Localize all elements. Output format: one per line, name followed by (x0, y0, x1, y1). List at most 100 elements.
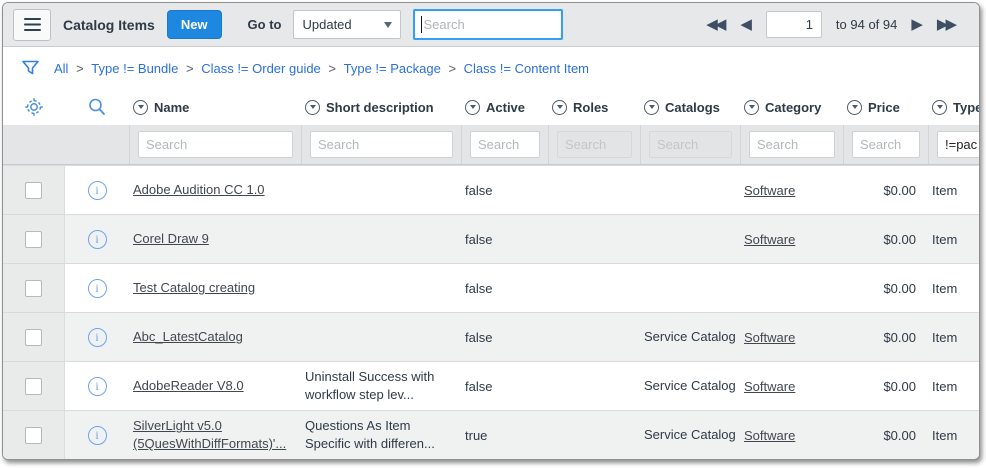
column-filter-cell (843, 125, 928, 164)
filter-row-lead (3, 125, 129, 164)
breadcrumb-link[interactable]: Class != Order guide (201, 61, 321, 76)
category-link[interactable]: Software (744, 428, 795, 443)
row-checkbox[interactable] (25, 280, 42, 297)
goto-selected-value: Updated (302, 17, 351, 32)
item-name-link[interactable]: Corel Draw 9 (133, 230, 209, 248)
column-filter-input[interactable] (310, 131, 453, 158)
cell-catalogs: Service Catalog (640, 313, 740, 361)
column-filter-cell (928, 125, 980, 164)
column-header[interactable]: Name (129, 100, 301, 115)
item-name-link[interactable]: SilverLight v5.0 (5QuesWithDiffFormats)'… (133, 417, 297, 452)
text-cursor (421, 16, 422, 33)
cell-roles (548, 215, 640, 263)
info-icon[interactable]: i (88, 377, 107, 396)
column-menu-icon[interactable] (552, 100, 567, 115)
cell-price: $0.00 (843, 166, 928, 214)
category-link[interactable]: Software (744, 183, 795, 198)
info-icon[interactable]: i (88, 181, 107, 200)
table-row: i Abc_LatestCatalog false Service Catalo… (3, 312, 979, 361)
next-page-button[interactable]: ▶ (911, 17, 923, 32)
cell-category: Software (740, 313, 843, 361)
column-menu-icon[interactable] (744, 100, 759, 115)
category-link[interactable]: Software (744, 379, 795, 394)
column-header-label: Type (953, 100, 980, 115)
column-header[interactable]: Active (461, 100, 548, 115)
row-select-cell (3, 411, 65, 459)
item-name-link[interactable]: Abc_LatestCatalog (133, 328, 243, 346)
category-link[interactable]: Software (744, 232, 795, 247)
last-page-button[interactable]: ▶▶ (937, 17, 957, 32)
column-header-label: Short description (326, 100, 434, 115)
info-icon[interactable]: i (88, 328, 107, 347)
row-select-cell (3, 264, 65, 312)
row-checkbox[interactable] (25, 329, 42, 346)
column-header[interactable]: Type (928, 100, 980, 115)
column-header[interactable]: Price (843, 100, 928, 115)
list-body: i Adobe Audition CC 1.0 false Software $… (3, 165, 979, 459)
column-filter-input[interactable] (852, 131, 920, 158)
info-icon[interactable]: i (88, 426, 107, 445)
cell-short-description (301, 215, 461, 263)
column-filter-input (557, 131, 632, 158)
gear-icon[interactable] (24, 97, 44, 117)
column-header[interactable]: Category (740, 100, 843, 115)
breadcrumb-link[interactable]: Type != Bundle (91, 61, 178, 76)
column-menu-icon[interactable] (644, 100, 659, 115)
column-filter-input[interactable] (470, 131, 540, 158)
hamburger-icon (24, 18, 41, 21)
page-number-input[interactable] (766, 11, 822, 38)
info-icon[interactable]: i (88, 279, 107, 298)
cell-name: Abc_LatestCatalog (129, 313, 301, 361)
column-header-label: Name (154, 100, 189, 115)
info-icon[interactable]: i (88, 230, 107, 249)
column-header[interactable]: Short description (301, 100, 461, 115)
column-filter-input[interactable] (937, 131, 980, 158)
column-header-label: Roles (573, 100, 608, 115)
column-menu-icon[interactable] (847, 100, 862, 115)
goto-field-select[interactable]: Updated (293, 10, 401, 39)
row-select-cell (3, 166, 65, 214)
new-button[interactable]: New (167, 10, 222, 39)
item-name-link[interactable]: Test Catalog creating (133, 279, 255, 297)
personalize-list-cell (3, 97, 65, 117)
column-menu-icon[interactable] (932, 100, 947, 115)
cell-active: false (461, 313, 548, 361)
column-header-label: Price (868, 100, 900, 115)
list-menu-button[interactable] (13, 9, 51, 41)
breadcrumb-link[interactable]: All (54, 61, 68, 76)
column-menu-icon[interactable] (465, 100, 480, 115)
column-filter-row (3, 125, 979, 165)
column-header[interactable]: Roles (548, 100, 640, 115)
breadcrumb-link[interactable]: Type != Package (344, 61, 441, 76)
cell-active: false (461, 166, 548, 214)
column-filter-input[interactable] (138, 131, 293, 158)
cell-name: SilverLight v5.0 (5QuesWithDiffFormats)'… (129, 411, 301, 459)
row-checkbox[interactable] (25, 182, 42, 199)
cell-active: false (461, 362, 548, 410)
cell-catalogs: Service Catalog (640, 362, 740, 410)
column-header-label: Active (486, 100, 525, 115)
breadcrumb-separator: > (325, 61, 340, 76)
row-checkbox[interactable] (25, 231, 42, 248)
column-filter-input[interactable] (749, 131, 835, 158)
cell-roles (548, 362, 640, 410)
row-select-cell (3, 313, 65, 361)
breadcrumb-bar: All > Type != Bundle > Class != Order gu… (3, 47, 979, 89)
table-row: i Corel Draw 9 false Software $0.00 Item (3, 214, 979, 263)
prev-page-button[interactable]: ◀ (740, 17, 752, 32)
row-checkbox[interactable] (25, 427, 42, 444)
first-page-button[interactable]: ◀◀ (706, 17, 726, 32)
cell-active: false (461, 264, 548, 312)
item-name-link[interactable]: AdobeReader V8.0 (133, 377, 244, 395)
item-name-link[interactable]: Adobe Audition CC 1.0 (133, 181, 265, 199)
cell-catalogs (640, 166, 740, 214)
goto-search-input[interactable] (413, 9, 563, 40)
breadcrumb-link[interactable]: Class != Content Item (464, 61, 589, 76)
column-header[interactable]: Catalogs (640, 100, 740, 115)
filter-funnel-icon[interactable] (21, 59, 40, 78)
column-menu-icon[interactable] (133, 100, 148, 115)
column-menu-icon[interactable] (305, 100, 320, 115)
search-icon[interactable] (87, 97, 107, 117)
row-checkbox[interactable] (25, 378, 42, 395)
category-link[interactable]: Software (744, 330, 795, 345)
